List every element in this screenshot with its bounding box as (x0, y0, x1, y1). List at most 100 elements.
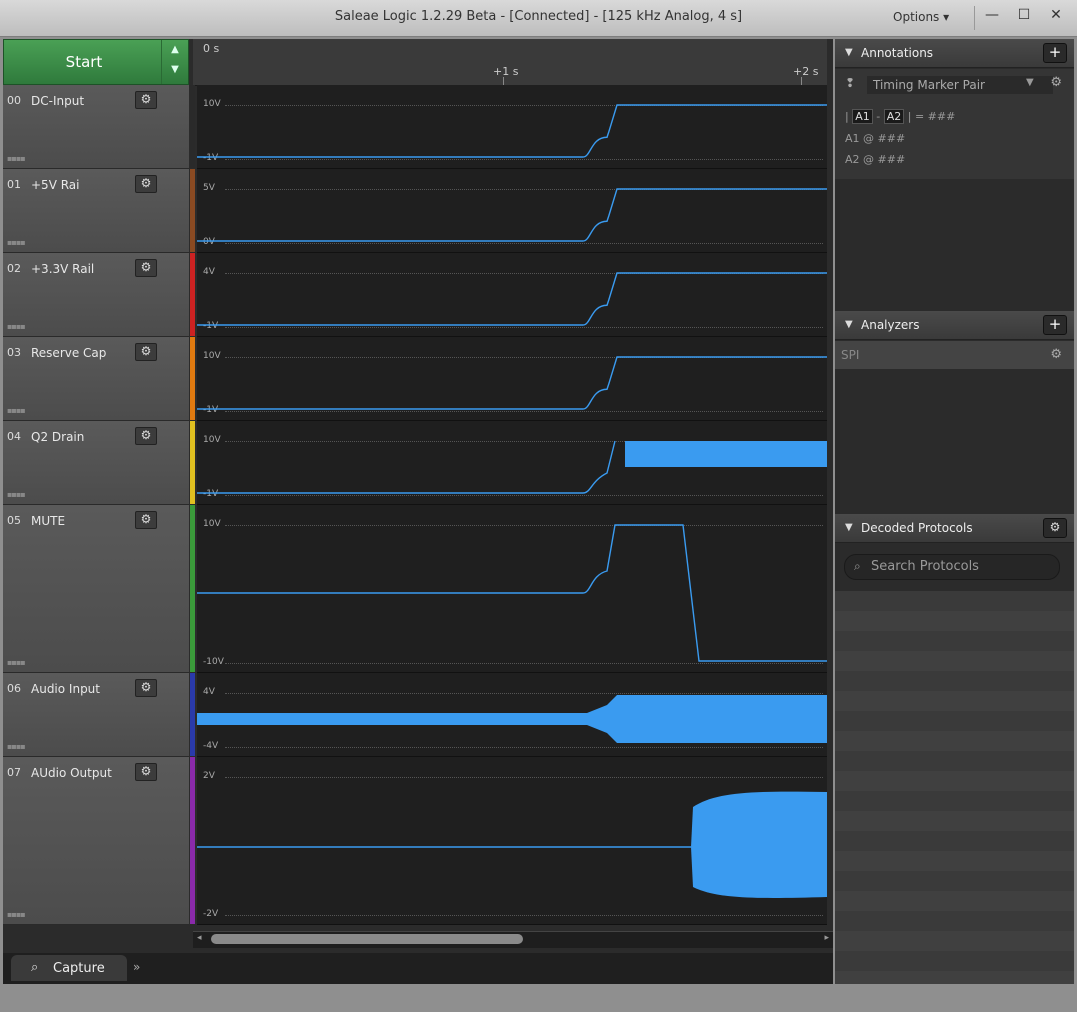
ruler-tick (503, 77, 504, 85)
chevron-down-icon[interactable]: ▼ (1026, 77, 1034, 88)
channel-header[interactable]: 04 Q2 Drain ⚙ ▪▪▪▪ (3, 421, 189, 505)
time-ruler[interactable]: 0 s +1 s +2 s (193, 39, 827, 86)
drag-handle-icon[interactable]: ▪▪▪▪ (7, 910, 26, 919)
channel-waveform-plot[interactable]: 10V -1V (197, 85, 827, 169)
drag-handle-icon[interactable]: ▪▪▪▪ (7, 322, 26, 331)
gear-icon[interactable]: ⚙ (135, 511, 157, 529)
minimize-button[interactable]: — (981, 6, 1003, 26)
annotations-title: Annotations (861, 46, 934, 60)
waveform-band (587, 695, 827, 743)
waveform-envelope (691, 791, 827, 898)
waveform (197, 104, 827, 158)
channel-header[interactable]: 03 Reserve Cap ⚙ ▪▪▪▪ (3, 337, 189, 421)
add-annotation-button[interactable]: + (1043, 43, 1067, 63)
channel-color-bar (190, 505, 195, 672)
gear-icon[interactable]: ⚙ (135, 259, 157, 277)
annotations-header[interactable]: ▼ Annotations + (835, 39, 1074, 68)
gear-icon[interactable]: ⚙ (1050, 75, 1062, 90)
drag-handle-icon[interactable]: ▪▪▪▪ (7, 238, 26, 247)
channel-name[interactable]: DC-Input (31, 94, 84, 108)
analyzers-header[interactable]: ▼ Analyzers + (835, 311, 1074, 340)
channel-header[interactable]: 01 +5V Rai ⚙ ▪▪▪▪ (3, 169, 189, 253)
annotation-delta-value: = ### (914, 110, 956, 123)
channel-waveform-plot[interactable]: 10V -1V (197, 421, 827, 505)
channel-header[interactable]: 02 +3.3V Rail ⚙ ▪▪▪▪ (3, 253, 189, 337)
channel-waveform-plot[interactable]: 4V -1V (197, 253, 827, 337)
channel-waveform-plot[interactable]: 10V -1V (197, 337, 827, 421)
decoded-settings-button[interactable]: ⚙ (1043, 518, 1067, 538)
time-label-0: 0 s (203, 42, 220, 55)
title-bar: Saleae Logic 1.2.29 Beta - [Connected] -… (0, 0, 1077, 37)
channel-name[interactable]: AUdio Output (31, 766, 112, 780)
waveform (197, 272, 827, 326)
add-analyzer-button[interactable]: + (1043, 315, 1067, 335)
collapse-triangle-icon[interactable]: ▼ (845, 522, 853, 533)
waveform-band (197, 713, 587, 725)
ruler-tick (801, 77, 802, 85)
scroll-right-icon[interactable]: ▸ (824, 933, 829, 943)
channel-name[interactable]: MUTE (31, 514, 65, 528)
gear-icon[interactable]: ⚙ (135, 175, 157, 193)
a1-marker-badge[interactable]: A1 (852, 109, 873, 124)
channel-number: 03 (7, 346, 21, 359)
options-menu[interactable]: Options ▾ (893, 10, 949, 24)
maximize-button[interactable]: ☐ (1013, 6, 1035, 26)
start-options-spinner[interactable]: ▲ ▼ (161, 40, 188, 84)
close-button[interactable]: ✕ (1045, 6, 1067, 26)
channel-name[interactable]: Q2 Drain (31, 430, 84, 444)
arrow-up-icon[interactable]: ▲ (162, 40, 188, 60)
tab-capture[interactable]: ⌕ Capture (11, 955, 127, 981)
channel-color-bar (190, 85, 195, 168)
chevron-down-icon: ▾ (943, 10, 950, 24)
channel-name[interactable]: Reserve Cap (31, 346, 106, 360)
drag-handle-icon[interactable]: ▪▪▪▪ (7, 490, 26, 499)
arrow-down-icon[interactable]: ▼ (162, 60, 188, 80)
channel-name[interactable]: Audio Input (31, 682, 100, 696)
more-tabs-icon[interactable]: » (133, 960, 140, 974)
collapse-triangle-icon[interactable]: ▼ (845, 47, 853, 58)
bottom-tabbar: ⌕ Capture » (3, 953, 833, 984)
channel-waveform-plot[interactable]: 5V 0V (197, 169, 827, 253)
analyzer-item-spi[interactable]: SPI ⚙ (835, 341, 1074, 369)
channel-color-bar (190, 757, 195, 924)
waveform-trace (197, 188, 827, 242)
a2-marker-badge[interactable]: A2 (883, 109, 905, 124)
drag-handle-icon[interactable]: ▪▪▪▪ (7, 406, 26, 415)
collapse-triangle-icon[interactable]: ▼ (845, 319, 853, 330)
gear-icon[interactable]: ⚙ (135, 91, 157, 109)
scroll-left-icon[interactable]: ◂ (197, 933, 202, 943)
channel-name[interactable]: +3.3V Rail (31, 262, 94, 276)
channel-waveform-plot[interactable]: 4V -4V (197, 673, 827, 757)
gear-icon[interactable]: ⚙ (135, 343, 157, 361)
search-protocols-input[interactable]: ⌕ Search Protocols (844, 554, 1060, 580)
waveform (197, 188, 827, 242)
decoded-protocols-header[interactable]: ▼ Decoded Protocols ⚙ (835, 514, 1074, 543)
channel-number: 05 (7, 514, 21, 527)
channel-name[interactable]: +5V Rai (31, 178, 79, 192)
drag-handle-icon[interactable]: ▪▪▪▪ (7, 742, 26, 751)
channel-header[interactable]: 06 Audio Input ⚙ ▪▪▪▪ (3, 673, 189, 757)
channel-waveform-plot[interactable]: 10V -10V (197, 505, 827, 673)
waveform-trace (197, 104, 827, 158)
start-button[interactable]: Start ▲ ▼ (3, 39, 189, 85)
annotation-minus: - (876, 110, 881, 123)
drag-handle-icon[interactable]: ▪▪▪▪ (7, 658, 26, 667)
channel-header[interactable]: 05 MUTE ⚙ ▪▪▪▪ (3, 505, 189, 673)
channel-waveform-plot[interactable]: 2V -2V (197, 757, 827, 925)
waveform (197, 695, 827, 743)
start-button-label: Start (65, 53, 103, 71)
waveform-trace (197, 356, 827, 410)
search-icon: ⌕ (854, 559, 861, 573)
waveform-trace (197, 272, 827, 326)
drag-handle-icon[interactable]: ▪▪▪▪ (7, 154, 26, 163)
channel-header[interactable]: 07 AUdio Output ⚙ ▪▪▪▪ (3, 757, 189, 925)
scrollbar-thumb[interactable] (211, 934, 523, 944)
gear-icon[interactable]: ⚙ (135, 763, 157, 781)
gear-icon[interactable]: ⚙ (1050, 347, 1062, 362)
horizontal-scrollbar[interactable]: ◂ ▸ (193, 931, 833, 948)
channel-header[interactable]: 00 DC-Input ⚙ ▪▪▪▪ (3, 85, 189, 169)
gear-icon[interactable]: ⚙ (135, 679, 157, 697)
gear-icon[interactable]: ⚙ (135, 427, 157, 445)
waveform (197, 356, 827, 410)
annotation-row-delta: | A1 - A2 | = ### (845, 109, 956, 124)
